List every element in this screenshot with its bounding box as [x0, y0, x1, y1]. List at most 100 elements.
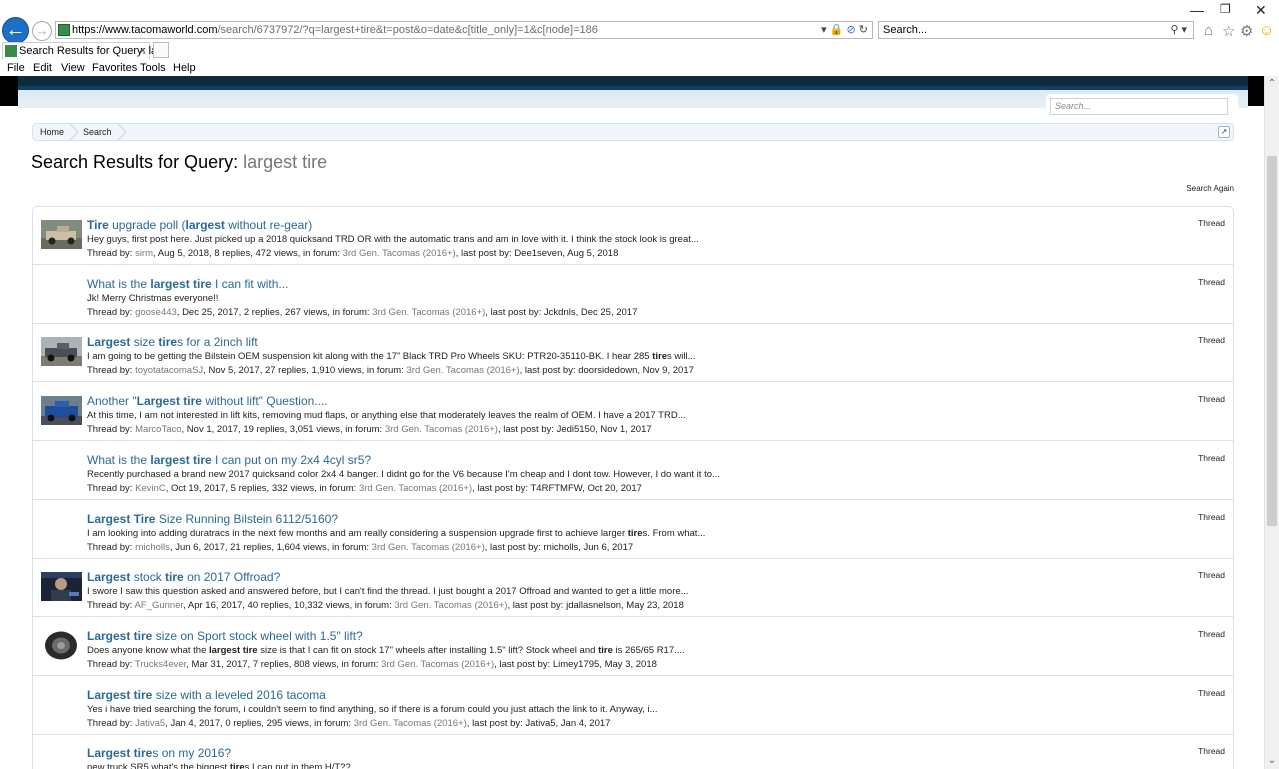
author-link[interactable]: goose443: [135, 307, 177, 318]
page-title: Search Results for Query: largest tire: [31, 152, 327, 173]
text-segment: I am looking into adding duratracs in th…: [87, 527, 628, 539]
forward-arrow-icon[interactable]: →: [32, 21, 52, 41]
search-icon[interactable]: ⚲ ▾: [1170, 22, 1187, 38]
meta-last-post: , last post by: Jedi5150, Nov 1, 2017: [497, 424, 652, 436]
result-thumbnail[interactable]: [41, 630, 82, 660]
address-bar[interactable]: https://www.tacomaworld.com/search/67379…: [55, 21, 873, 39]
refresh-icon[interactable]: ↻: [859, 24, 868, 36]
result-title-link[interactable]: Largest size tires for a 2inch lift: [87, 335, 258, 349]
author-link[interactable]: Jativa5: [135, 718, 165, 729]
new-tab-button[interactable]: [153, 42, 169, 58]
jump-icon[interactable]: ↗: [1218, 126, 1230, 138]
result-title-link[interactable]: Largest Tire Size Running Bilstein 6112/…: [87, 512, 338, 526]
menu-edit[interactable]: Edit: [33, 62, 52, 74]
result-title-link[interactable]: What is the largest tire I can fit with.…: [87, 277, 288, 291]
scroll-up-icon[interactable]: ⌃: [1265, 76, 1279, 92]
text-segment: without re-gear): [224, 218, 313, 232]
dropdown-icon[interactable]: ▾: [821, 24, 827, 36]
close-icon[interactable]: ✕: [1255, 2, 1267, 19]
result-thumbnail[interactable]: [41, 337, 82, 367]
result-title-link[interactable]: Another "Largest tire without lift" Ques…: [87, 394, 328, 408]
highlight-term: Largest: [87, 335, 131, 350]
highlight-term: tire: [598, 644, 613, 656]
meta-details: , Nov 1, 2017, 19 replies, 3,051 views, …: [181, 424, 385, 436]
text-segment: s I can put in them H/T??: [244, 762, 351, 769]
forum-link[interactable]: 3rd Gen. Tacomas (2016+): [407, 365, 520, 376]
smiley-icon[interactable]: ☺: [1259, 22, 1274, 39]
lock-icon[interactable]: 🔒: [830, 24, 844, 36]
author-link[interactable]: AF_Gunner: [135, 600, 184, 611]
result-type-label: Thread: [1198, 687, 1225, 698]
forum-link[interactable]: 3rd Gen. Tacomas (2016+): [354, 718, 467, 729]
text-segment: on 2017 Offroad?: [183, 570, 281, 585]
page-search-input[interactable]: Search...: [1050, 98, 1228, 115]
result-snippet: new truck SR5 what's the biggest tires I…: [87, 762, 351, 769]
minimize-icon[interactable]: —: [1190, 2, 1204, 18]
forum-link[interactable]: 3rd Gen. Tacomas (2016+): [359, 483, 472, 494]
meta-details: , Jun 6, 2017, 21 replies, 1,604 views, …: [169, 541, 372, 553]
result-meta: Thread by: sirm, Aug 5, 2018, 8 replies,…: [87, 248, 618, 259]
result-title-link[interactable]: Largest tire size with a leveled 2016 ta…: [87, 688, 326, 702]
author-link[interactable]: Trucks4ever: [135, 659, 186, 670]
result-title-link[interactable]: Largest tire size on Sport stock wheel w…: [87, 629, 363, 643]
gear-icon[interactable]: ⚙: [1240, 22, 1253, 40]
meta-details: , Jan 4, 2017, 0 replies, 295 views, in …: [165, 717, 354, 729]
highlight-term: tire: [165, 570, 184, 585]
vertical-scrollbar[interactable]: ⌃ ⌄: [1264, 76, 1279, 769]
breadcrumb-search[interactable]: Search: [83, 127, 112, 137]
block-icon[interactable]: ⊘: [847, 24, 856, 36]
menu-tools[interactable]: Tools: [140, 62, 166, 74]
author-link[interactable]: rnicholls: [135, 542, 170, 553]
tab-search-results[interactable]: Search Results for Query: la... ×: [2, 42, 166, 60]
result-title-link[interactable]: Largest tires on my 2016?: [87, 746, 231, 760]
result-title-link[interactable]: Tire upgrade poll (largest without re-ge…: [87, 218, 312, 232]
back-arrow-icon[interactable]: ←: [2, 17, 29, 44]
search-again-link[interactable]: Search Again: [1186, 184, 1234, 193]
scroll-down-icon[interactable]: ⌄: [1265, 753, 1279, 769]
author-link[interactable]: toyotatacomaSJ: [135, 365, 203, 376]
breadcrumb-home[interactable]: Home: [40, 127, 64, 137]
text-segment: Another ": [87, 394, 137, 409]
text-segment: size is that I can fit on stock 17" whee…: [257, 644, 599, 656]
text-segment: size with a leveled 2016 tacoma: [152, 687, 326, 702]
highlight-term: tire: [627, 527, 643, 539]
result-type-label: Thread: [1198, 218, 1225, 228]
meta-label: Thread by:: [87, 600, 135, 612]
highlight-term: Largest tire: [87, 628, 153, 643]
menu-view[interactable]: View: [61, 62, 85, 74]
forum-link[interactable]: 3rd Gen. Tacomas (2016+): [394, 600, 507, 611]
result-snippet: I swore I saw this question asked and an…: [87, 586, 689, 597]
page-side-right: [1248, 76, 1264, 106]
forum-link[interactable]: 3rd Gen. Tacomas (2016+): [372, 542, 485, 553]
menu-file[interactable]: File: [7, 62, 25, 74]
tab-close-icon[interactable]: ×: [140, 43, 146, 59]
restore-icon[interactable]: ❐: [1220, 2, 1231, 16]
result-type-label: Thread: [1198, 511, 1225, 522]
result-meta: Thread by: Trucks4ever, Mar 31, 2017, 7 …: [87, 659, 657, 670]
browser-search-input[interactable]: Search... ⚲ ▾: [878, 21, 1194, 39]
highlight-term: tire: [158, 335, 178, 350]
author-link[interactable]: sirm: [135, 248, 153, 259]
highlight-term: Largest tire: [87, 746, 153, 761]
result-title-link[interactable]: Largest stock tire on 2017 Offroad?: [87, 570, 280, 584]
meta-label: Thread by:: [87, 248, 136, 259]
result-thumbnail[interactable]: [41, 572, 82, 602]
forum-link[interactable]: 3rd Gen. Tacomas (2016+): [385, 424, 498, 435]
star-icon[interactable]: ☆: [1222, 22, 1235, 40]
text-segment: I swore I saw this question asked and an…: [87, 586, 689, 598]
forum-link[interactable]: 3rd Gen. Tacomas (2016+): [343, 248, 456, 259]
author-link[interactable]: KevinC: [135, 483, 166, 494]
result-thumbnail[interactable]: [41, 396, 82, 426]
menu-help[interactable]: Help: [173, 62, 196, 74]
home-icon[interactable]: ⌂: [1204, 22, 1213, 39]
page-title-query: largest tire: [243, 152, 328, 172]
menu-favorites[interactable]: Favorites: [92, 62, 137, 74]
scrollbar-thumb[interactable]: [1267, 156, 1277, 526]
forum-link[interactable]: 3rd Gen. Tacomas (2016+): [381, 659, 494, 670]
result-thumbnail[interactable]: [41, 220, 82, 249]
text-segment: What is the: [87, 276, 151, 291]
meta-label: Thread by:: [87, 424, 136, 436]
result-title-link[interactable]: What is the largest tire I can put on my…: [87, 453, 371, 467]
forum-link[interactable]: 3rd Gen. Tacomas (2016+): [372, 307, 485, 318]
author-link[interactable]: MarcoTaco: [135, 424, 181, 435]
